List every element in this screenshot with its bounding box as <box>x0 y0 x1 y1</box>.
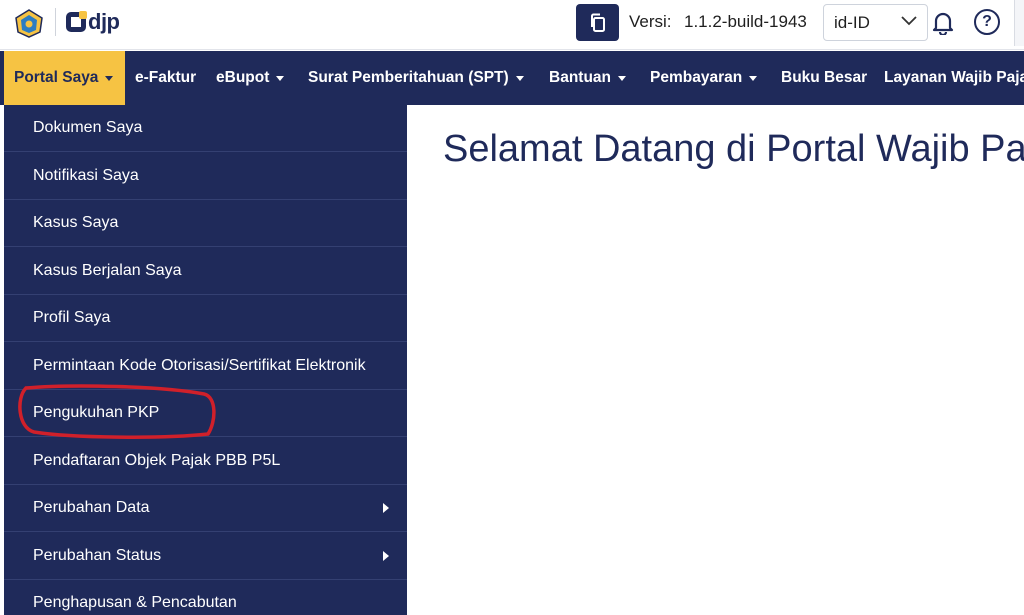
chevron-down-icon <box>901 16 917 26</box>
menu-item-kasus-saya[interactable]: Kasus Saya <box>4 200 407 247</box>
menu-item-label: Notifikasi Saya <box>33 166 139 184</box>
nav-label: Bantuan <box>549 69 611 86</box>
djp-logo[interactable]: djp <box>66 8 120 36</box>
nav-label: Buku Besar <box>781 69 868 86</box>
main-navbar: Portal Saya e-Faktur eBupot Surat Pember… <box>0 51 1024 105</box>
menu-item-label: Perubahan Data <box>33 499 150 516</box>
caret-down-icon <box>749 75 758 81</box>
menu-item-notifikasi-saya[interactable]: Notifikasi Saya <box>4 153 407 200</box>
menu-item-label: Perubahan Status <box>33 546 162 564</box>
menu-item-profil-saya[interactable]: Profil Saya <box>4 295 407 342</box>
menu-item-label: Kasus Saya <box>33 214 119 231</box>
header-edge <box>1014 0 1024 46</box>
menu-item-kasus-berjalan-saya[interactable]: Kasus Berjalan Saya <box>4 248 407 295</box>
submenu-arrow-icon <box>383 550 389 561</box>
menu-item-dokumen-saya[interactable]: Dokumen Saya <box>4 105 407 152</box>
menu-item-label: Penghapusan & Pencabutan <box>33 594 237 611</box>
caret-down-icon <box>105 75 114 81</box>
submenu-arrow-icon <box>383 503 389 513</box>
language-select[interactable]: id-ID <box>823 4 928 41</box>
menu-item-label: Pendaftaran Objek Pajak PBB P5L <box>33 451 281 469</box>
nav-bantuan[interactable]: Bantuan <box>549 51 626 105</box>
version-value: 1.1.2-build-1943 <box>684 12 807 31</box>
nav-label: eBupot <box>216 69 270 86</box>
top-header: djp Versi: 1.1.2-build-1943 id-ID ? <box>0 0 1024 50</box>
caret-down-icon <box>276 75 285 81</box>
caret-down-icon <box>515 75 524 81</box>
menu-item-perubahan-status[interactable]: Perubahan Status <box>4 533 407 580</box>
help-icon[interactable]: ? <box>974 9 1000 35</box>
nav-label: Surat Pemberitahuan (SPT) <box>308 69 509 86</box>
copy-icon <box>590 13 605 32</box>
page-title: Selamat Datang di Portal Wajib Pa <box>443 128 1024 170</box>
kemenkeu-logo-icon[interactable] <box>12 8 46 38</box>
menu-item-label: Permintaan Kode Otorisasi/Sertifikat Ele… <box>33 356 366 374</box>
nav-pembayaran[interactable]: Pembayaran <box>650 51 758 105</box>
language-value: id-ID <box>834 13 870 32</box>
nav-label: e-Faktur <box>135 69 197 86</box>
version-label: Versi: <box>629 12 672 31</box>
nav-label: Pembayaran <box>650 69 743 86</box>
menu-item-label: Kasus Berjalan Saya <box>33 261 182 279</box>
nav-spt[interactable]: Surat Pemberitahuan (SPT) <box>308 51 524 105</box>
nav-ebupot[interactable]: eBupot <box>216 51 285 105</box>
menu-item-perubahan-data[interactable]: Perubahan Data <box>4 485 407 532</box>
nav-label: Portal Saya <box>14 69 99 86</box>
red-highlight-annotation <box>18 384 216 439</box>
nav-label: Layanan Wajib Paja <box>884 69 1024 86</box>
djp-mark-icon <box>66 11 87 32</box>
logo-separator <box>55 8 56 36</box>
bell-icon[interactable] <box>932 11 954 35</box>
portal-saya-dropdown: Dokumen Saya Notifikasi Saya Kasus Saya … <box>4 105 407 615</box>
nav-e-faktur[interactable]: e-Faktur <box>135 51 196 105</box>
nav-layanan-wajib-pajak[interactable]: Layanan Wajib Paja <box>884 51 1024 105</box>
menu-item-pendaftaran-objek-pajak[interactable]: Pendaftaran Objek Pajak PBB P5L <box>4 438 407 485</box>
menu-item-label: Profil Saya <box>33 309 111 326</box>
menu-item-label: Dokumen Saya <box>33 119 143 136</box>
brand-text: djp <box>88 9 120 34</box>
menu-item-penghapusan-pencabutan[interactable]: Penghapusan & Pencabutan <box>4 580 407 615</box>
copy-button[interactable] <box>576 4 619 41</box>
caret-down-icon <box>618 75 626 81</box>
nav-portal-saya[interactable]: Portal Saya <box>4 51 125 105</box>
nav-buku-besar[interactable]: Buku Besar <box>781 51 867 105</box>
